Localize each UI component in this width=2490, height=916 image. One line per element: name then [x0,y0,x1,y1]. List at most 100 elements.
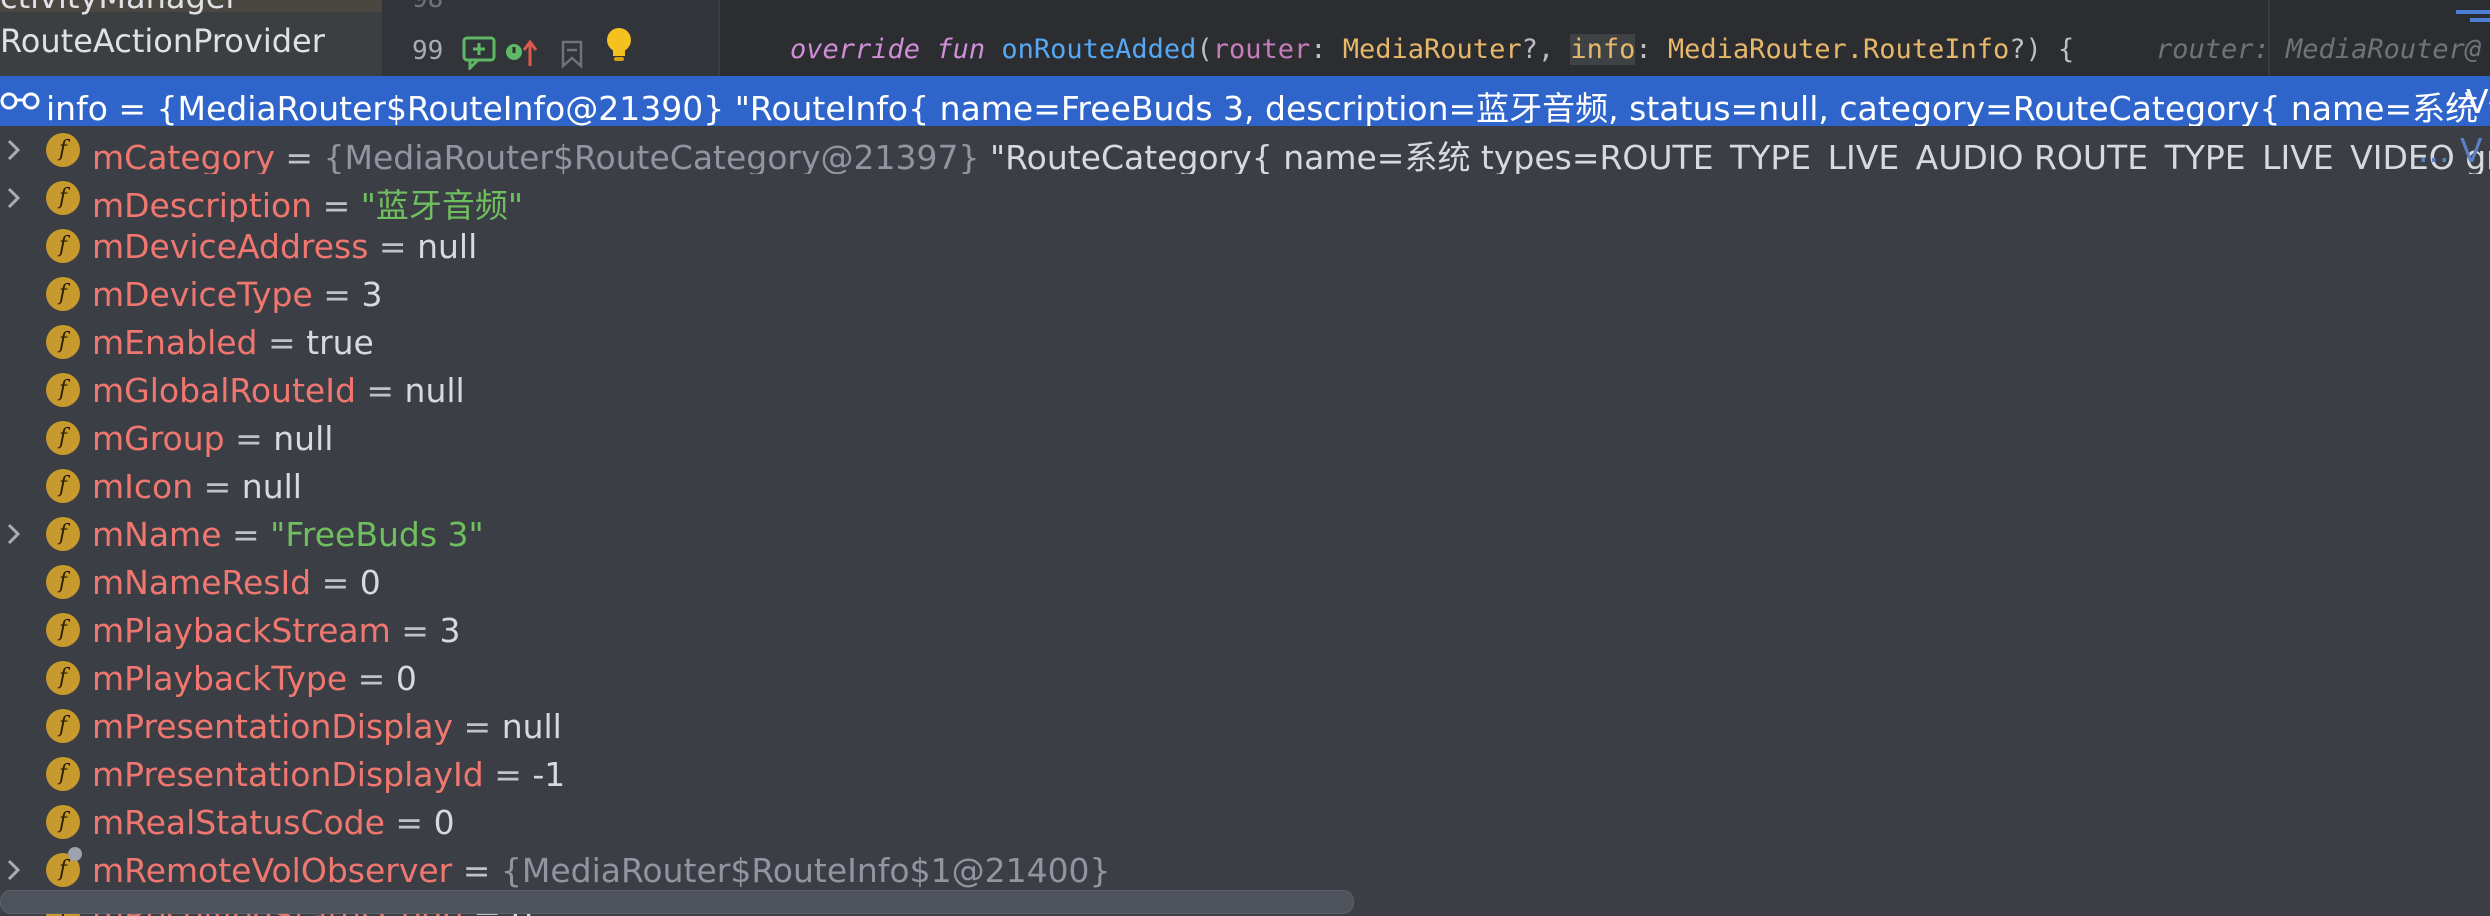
field-name: mIcon [92,467,194,506]
variable-row[interactable]: f mDeviceAddress = null [0,222,2490,270]
field-icon: f [46,373,80,407]
field-name: mGroup [92,419,225,458]
variable-row-selected[interactable]: info = {MediaRouter$RouteInfo@21390} "Ro… [0,76,2490,126]
object-ref: {MediaRouter$RouteInfo$1@21400} [500,851,1111,890]
field-value: null [501,707,562,746]
variable-row[interactable]: f mDescription = "蓝牙音频" [0,174,2490,222]
variable-row[interactable]: f mPlaybackType = 0 [0,654,2490,702]
keyword: override [790,34,921,65]
equals: = [257,323,307,362]
field-name: mRemoteVolObserver [92,851,453,890]
chevron-right-icon[interactable] [4,858,24,882]
field-value: -1 [532,755,566,794]
inline-debug-hint: router: MediaRouter@ [2156,34,2482,65]
field-value: 0 [433,803,455,842]
keyword: fun [936,34,986,65]
field-value: null [241,467,302,506]
variable-row[interactable]: f mRealStatusCode = 0 [0,798,2490,846]
field-value: null [417,227,478,266]
chevron-right-icon[interactable] [4,186,24,210]
variable-row[interactable]: f mDeviceType = 3 [0,270,2490,318]
field-icon: f [46,661,80,695]
field-icon: f [46,277,80,311]
field-name: mCategory [92,138,275,174]
scroll-marker [2470,18,2490,22]
field-value: true [306,323,374,362]
variable-row[interactable]: f mName = "FreeBuds 3" [0,510,2490,558]
field-name: mDeviceAddress [92,227,369,266]
gutter-separator [718,0,720,76]
field-icon: f [46,613,80,647]
parameter-highlighted: info [1570,34,1636,65]
equals: = [311,563,360,602]
equals: = [274,138,324,174]
chevron-right-icon[interactable] [4,138,24,162]
field-icon: f [46,565,80,599]
equals: = [452,851,501,890]
field-name: mEnabled [92,323,258,362]
equals: = [384,803,434,842]
structure-panel: ctivityManager RouteActionProvider [0,0,382,76]
punct: ( [1196,34,1213,65]
variable-row[interactable]: f mNameResId = 0 [0,558,2490,606]
line-number: 98 [412,0,443,14]
add-comment-icon[interactable] [462,36,498,70]
variable-row[interactable]: f mIcon = null [0,462,2490,510]
field-icon: f [46,421,80,455]
equals: = [483,755,533,794]
equals: = [355,371,405,410]
field-value: 3 [361,275,383,314]
equals: = [312,186,361,222]
string-value: "蓝牙音频" [360,186,524,222]
equals: = [453,707,502,746]
field-name: mGlobalRouteId [92,371,356,410]
equals: = [390,611,440,650]
variable-row[interactable]: f mPresentationDisplayId = -1 [0,750,2490,798]
view-link[interactable]: V [2466,82,2489,121]
field-value: 3 [439,611,461,650]
field-icon: f [46,757,80,791]
horizontal-scrollbar-thumb[interactable] [0,890,1354,914]
field-icon: f [46,133,80,167]
equals: = [312,275,362,314]
editor-strip: ctivityManager RouteActionProvider 98 99… [0,0,2490,76]
variable-row[interactable]: f mEnabled = true [0,318,2490,366]
parameter: router [1212,34,1311,65]
punct: ?) { [2009,34,2075,65]
chevron-right-icon[interactable] [4,522,24,546]
object-description: "RouteCategory{ name=系统 types=ROUTE_TYPE… [979,138,2490,174]
scroll-marker [2456,10,2490,14]
punct: : [1635,34,1668,65]
line-number: 99 [412,36,444,66]
equals: = [193,467,242,506]
bookmark-icon[interactable] [560,40,584,70]
glasses-icon [0,92,40,110]
field-name: mPlaybackStream [92,611,391,650]
field-icon: f [46,181,80,215]
field-name: mPlaybackType [92,659,348,698]
field-name: mDescription [92,186,313,222]
field-name: mName [92,515,222,554]
function-name: onRouteAdded [1001,34,1197,65]
breakpoint-icon[interactable] [504,38,540,70]
lightbulb-icon[interactable] [604,26,634,66]
view-more-link[interactable]: ... V [2418,131,2483,170]
field-name: mRealStatusCode [92,803,385,842]
field-icon: f [46,229,80,263]
type: MediaRouter.RouteInfo [1667,34,2010,65]
field-name: mPresentationDisplay [92,707,454,746]
type: MediaRouter [1342,34,1522,65]
variable-row[interactable]: f mGroup = null [0,414,2490,462]
punct: ?, [1521,34,1571,65]
structure-item[interactable]: RouteActionProvider [0,22,325,60]
variable-row[interactable]: f mCategory = {MediaRouter$RouteCategory… [0,126,2490,174]
variable-row[interactable]: f mPresentationDisplay = null [0,702,2490,750]
selected-variable-text: info = {MediaRouter$RouteInfo@21390} "Ro… [46,89,2490,126]
variable-row[interactable]: f mRemoteVolObserver = {MediaRouter$Rout… [0,846,2490,894]
equals: = [221,515,271,554]
variable-row[interactable]: f mPlaybackStream = 3 [0,606,2490,654]
variable-row[interactable]: f mGlobalRouteId = null [0,366,2490,414]
structure-item[interactable]: ctivityManager [0,0,239,16]
field-icon: f [46,469,80,503]
code-line[interactable]: override fun onRouteAdded(router: MediaR… [790,34,2074,65]
